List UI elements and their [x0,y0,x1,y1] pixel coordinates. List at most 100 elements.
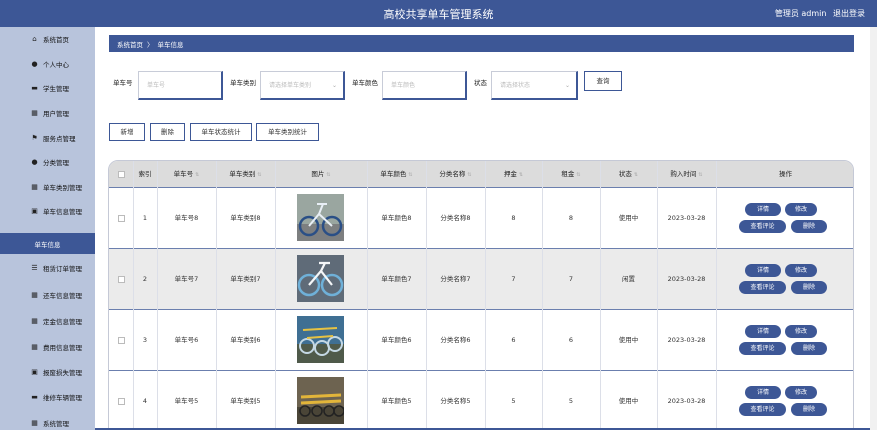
briefcase-icon: ▣ [31,207,38,216]
row-checkbox-cell[interactable] [109,249,133,310]
cell-deposit: 7 [511,275,516,283]
scrollbar[interactable] [870,27,877,430]
sidebar-item-users[interactable]: ▦ 用户管理 [0,101,95,126]
edit-button[interactable]: 修改 [785,264,817,277]
bike-photo-3[interactable] [297,316,344,363]
sort-icon[interactable]: ⇅ [576,172,580,178]
sidebar-item-system[interactable]: ▦ 系统管理 [0,411,95,430]
row-delete-button[interactable]: 删除 [791,403,827,416]
sidebar-item-rental-orders[interactable]: ☰ 租赁订单管理 [0,256,95,281]
sort-icon[interactable]: ⇅ [634,172,638,178]
cell-bike-type: 单车类别8 [230,214,261,222]
table-row: 4 单车号5 单车类别5 单车颜色5 分类名称5 5 5 使用中 2023-03… [109,370,853,429]
column-divider [133,161,134,429]
row-checkbox-cell[interactable] [109,188,133,249]
flag-icon: ⚑ [31,133,38,142]
row-delete-button[interactable]: 删除 [791,281,827,294]
row-checkbox-cell[interactable] [109,371,133,429]
header-purchase-date[interactable]: 购入时间 ⇅ [657,161,716,187]
bus-icon: ▣ [31,368,38,377]
header-image[interactable]: 图片 ⇅ [275,161,367,187]
view-reviews-button[interactable]: 查看评论 [739,403,786,416]
row-checkbox[interactable] [117,275,125,283]
breadcrumb-home[interactable]: 系统首页 [117,39,143,49]
cell-bike-type: 单车类别7 [230,275,261,283]
sidebar-item-students[interactable]: ▬ 学生管理 [0,76,95,101]
sort-icon[interactable]: ⇅ [326,172,330,178]
sort-icon[interactable]: ⇅ [257,172,261,178]
edit-button[interactable]: 修改 [785,203,817,216]
row-checkbox[interactable] [117,397,125,405]
detail-button[interactable]: 详情 [745,264,781,277]
cell-deposit: 5 [511,397,516,405]
cell-bike-color: 单车颜色5 [381,397,412,405]
grid-icon: ▦ [31,317,38,326]
bike-photo-2[interactable] [297,255,344,302]
header-bike-no[interactable]: 单车号 ⇅ [157,161,216,187]
cell-purchase-date: 2023-03-28 [667,275,706,283]
cell-bike-type: 单车类别5 [230,397,261,405]
sidebar-item-fees[interactable]: ▦ 费用信息管理 [0,335,95,360]
detail-button[interactable]: 详情 [745,203,781,216]
row-checkbox[interactable] [117,336,125,344]
sidebar-item-categories[interactable]: ● 分类管理 [0,150,95,175]
row-delete-button[interactable]: 删除 [791,342,827,355]
sidebar-item-label: 个人中心 [43,60,69,69]
delete-button[interactable]: 删除 [150,123,185,141]
sidebar-item-bike-info[interactable]: 单车信息 [0,233,95,254]
bike-type-select[interactable]: 请选择单车类别 ⌄ [260,71,345,100]
cell-status: 闲置 [622,275,635,283]
cell-status: 使用中 [618,397,639,405]
logout-link[interactable]: 退出登录 [833,9,865,18]
edit-button[interactable]: 修改 [785,386,817,399]
header-bike-type[interactable]: 单车类别 ⇅ [216,161,275,187]
header-deposit[interactable]: 押金 ⇅ [485,161,542,187]
cell-bike-no: 单车号5 [174,397,199,405]
type-stats-button[interactable]: 单车类别统计 [256,123,319,141]
bike-photo-4[interactable] [297,377,344,424]
edit-button[interactable]: 修改 [785,325,817,338]
row-checkbox[interactable] [117,214,125,222]
sort-icon[interactable]: ⇅ [195,172,199,178]
cell-category: 分类名称7 [440,275,471,283]
sort-icon[interactable]: ⇅ [408,172,412,178]
row-delete-button[interactable]: 删除 [791,220,827,233]
status-stats-button[interactable]: 单车状态统计 [190,123,252,141]
header-rent[interactable]: 租金 ⇅ [542,161,600,187]
bike-color-input[interactable]: 单车颜色 [382,71,467,100]
detail-button[interactable]: 详情 [745,386,781,399]
sidebar-item-deposits[interactable]: ▦ 定金信息管理 [0,309,95,334]
chevron-down-icon: ⌄ [564,82,570,89]
view-reviews-button[interactable]: 查看评论 [739,220,786,233]
sidebar-item-repairs[interactable]: ▬ 维修车辆管理 [0,385,95,410]
search-button[interactable]: 查询 [584,71,622,91]
view-reviews-button[interactable]: 查看评论 [739,281,786,294]
sort-icon[interactable]: ⇅ [519,172,523,178]
cell-category: 分类名称5 [440,397,471,405]
sort-icon[interactable]: ⇅ [698,172,702,178]
view-reviews-button[interactable]: 查看评论 [739,342,786,355]
detail-button[interactable]: 详情 [745,325,781,338]
table-row: 1 单车号8 单车类别8 单车颜色8 分类名称8 8 8 使用中 2023-03… [109,187,853,249]
sidebar-item-bike-types[interactable]: ▦ 单车类别管理 [0,175,95,200]
sidebar-item-bike-info-mgmt[interactable]: ▣ 单车信息管理 [0,199,95,224]
cell-purchase-date: 2023-03-28 [667,214,706,222]
sidebar-item-service-points[interactable]: ⚑ 服务点管理 [0,125,95,150]
users-icon: ▦ [31,109,38,118]
sidebar-item-scrap-loss[interactable]: ▣ 报废损失管理 [0,360,95,385]
select-all-checkbox[interactable] [117,170,125,178]
sidebar-item-home[interactable]: ⌂ 系统首页 [0,27,95,52]
sidebar-item-returns[interactable]: ▦ 还车信息管理 [0,283,95,308]
bike-no-input[interactable]: 单车号 [138,71,223,100]
sidebar-item-profile[interactable]: ● 个人中心 [0,52,95,77]
row-checkbox-cell[interactable] [109,310,133,371]
header-bike-color[interactable]: 单车颜色 ⇅ [367,161,426,187]
select-all-cell[interactable] [109,161,133,187]
list-icon: ☰ [31,264,38,273]
header-status[interactable]: 状态 ⇅ [600,161,657,187]
bike-photo-1[interactable] [297,194,344,241]
add-button[interactable]: 新增 [109,123,145,141]
status-select[interactable]: 请选择状态 ⌄ [491,71,578,100]
header-category[interactable]: 分类名称 ⇅ [426,161,485,187]
sort-icon[interactable]: ⇅ [467,172,471,178]
